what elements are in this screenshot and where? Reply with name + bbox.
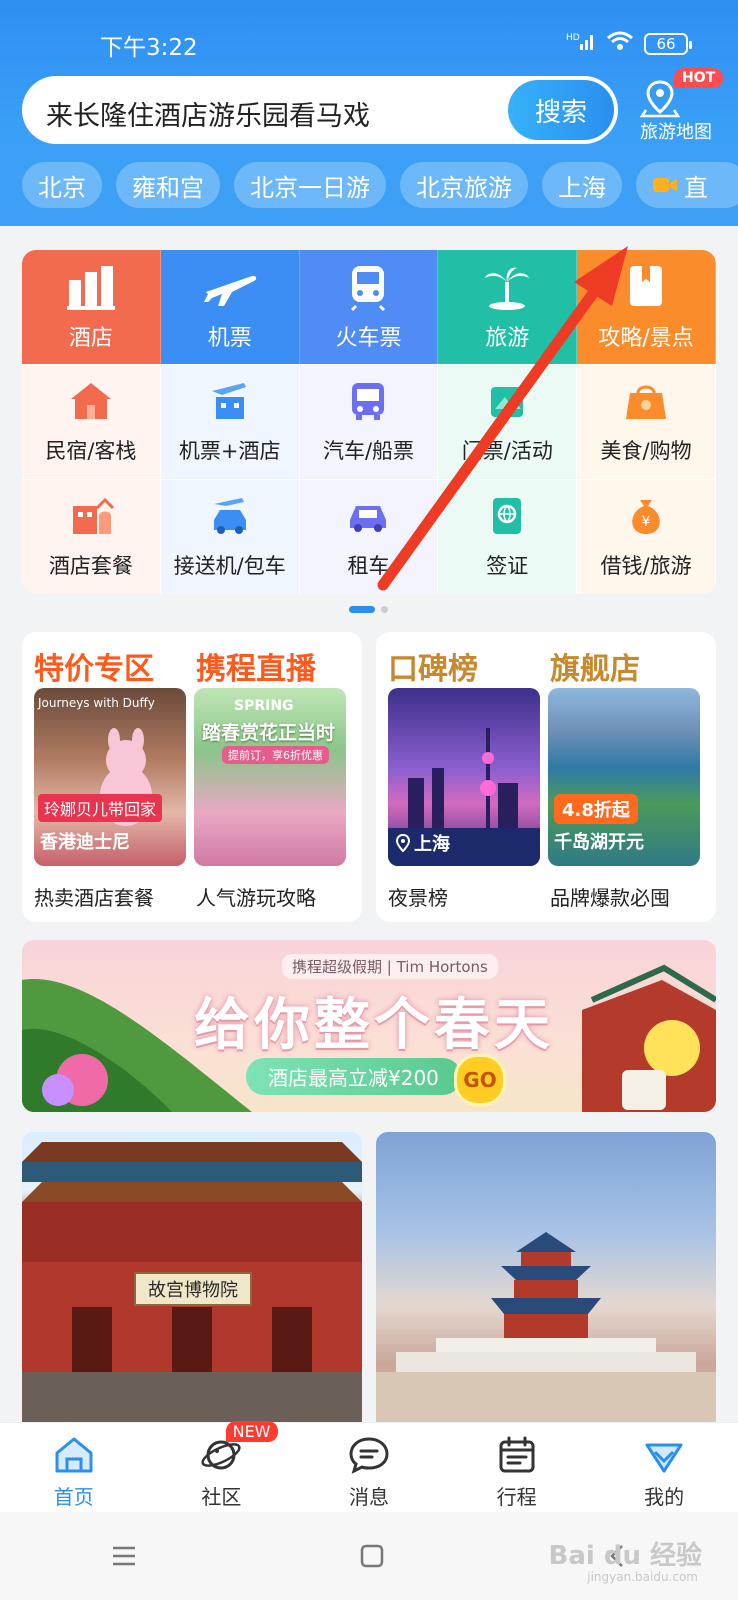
promo-caption[interactable]: 热卖酒店套餐 [34,882,154,911]
watermark-url: jingyan.baidu.com [587,1570,698,1584]
promo-subtitle: 香港迪士尼 [40,832,130,853]
promo-card-left: 特价专区 携程直播 Journeys with Duffy 玲娜贝儿带回家 香港… [22,632,362,922]
promo-spring-headline: 踏春赏花正当时 [202,722,336,744]
tab-community[interactable]: 社区 NEW [148,1421,296,1513]
tab-messages[interactable]: 消息 [295,1423,443,1513]
promo-card-right: 口碑榜 旗舰店 上海 4.8折起 千岛湖开元 夜景榜 品牌爆款必囤 [376,632,716,922]
diamond-icon [645,1443,683,1473]
banner-offer: 酒店最高立减¥200 [246,1058,461,1095]
promo-title-flagship[interactable]: 旗舰店 [550,644,640,688]
promo-tag: 玲娜贝儿带回家 [38,794,163,822]
promo-title-ranking[interactable]: 口碑榜 [388,644,478,688]
go-button[interactable]: GO [454,1054,506,1106]
location-pin-icon [396,834,410,852]
new-badge: NEW [225,1421,278,1442]
promo-image-spring[interactable]: SPRING 踏春赏花正当时 提前订，享6折优惠 [194,688,346,866]
promo-image-disney[interactable]: Journeys with Duffy 玲娜贝儿带回家 香港迪士尼 [34,688,186,866]
promo-spring-title: SPRING [234,698,294,714]
banner-brand: 携程超级假期 | Tim Hortons [282,954,498,979]
tab-home[interactable]: 首页 [0,1423,148,1513]
tab-itinerary[interactable]: 行程 [443,1423,591,1513]
promo-caption[interactable]: 夜景榜 [388,882,448,911]
menu-icon[interactable] [111,1545,137,1567]
promo-caption[interactable]: 品牌爆款必囤 [550,882,670,911]
spring-banner[interactable]: 携程超级假期 | Tim Hortons 给你整个春天 酒店最高立减¥200 G… [22,940,716,1112]
location-label: 上海 [396,830,450,856]
promo-title-live[interactable]: 携程直播 [196,644,316,688]
promo-title-deals[interactable]: 特价专区 [34,644,154,688]
tab-me[interactable]: 我的 [590,1423,738,1513]
promo-caption[interactable]: 人气游玩攻略 [196,882,316,911]
promo-spring-offer: 提前订，享6折优惠 [222,746,329,764]
home-square-icon[interactable] [360,1544,384,1568]
promo-image-qiandao-lake[interactable]: 4.8折起 千岛湖开元 [548,688,700,866]
promo-image-night-view[interactable]: 上海 [388,688,540,866]
chat-bubble-icon [349,1437,389,1474]
discount-badge: 4.8折起 [554,794,638,824]
feed-card-temple-of-heaven[interactable] [376,1132,716,1422]
banner-title: 给你整个春天 [194,993,554,1058]
temple-of-heaven-illustration [376,1232,716,1422]
calendar-icon [499,1436,535,1473]
museum-sign: 故宫博物院 [134,1272,252,1306]
promo-subtitle: 千岛湖开元 [554,832,644,853]
feed-card-forbidden-city[interactable]: 故宫博物院 [22,1132,362,1422]
watermark: Bai du 经验 [548,1541,703,1571]
home-icon [55,1437,93,1473]
bottom-tab-bar: 首页 社区 NEW 消息 行程 我的 [0,1421,738,1513]
